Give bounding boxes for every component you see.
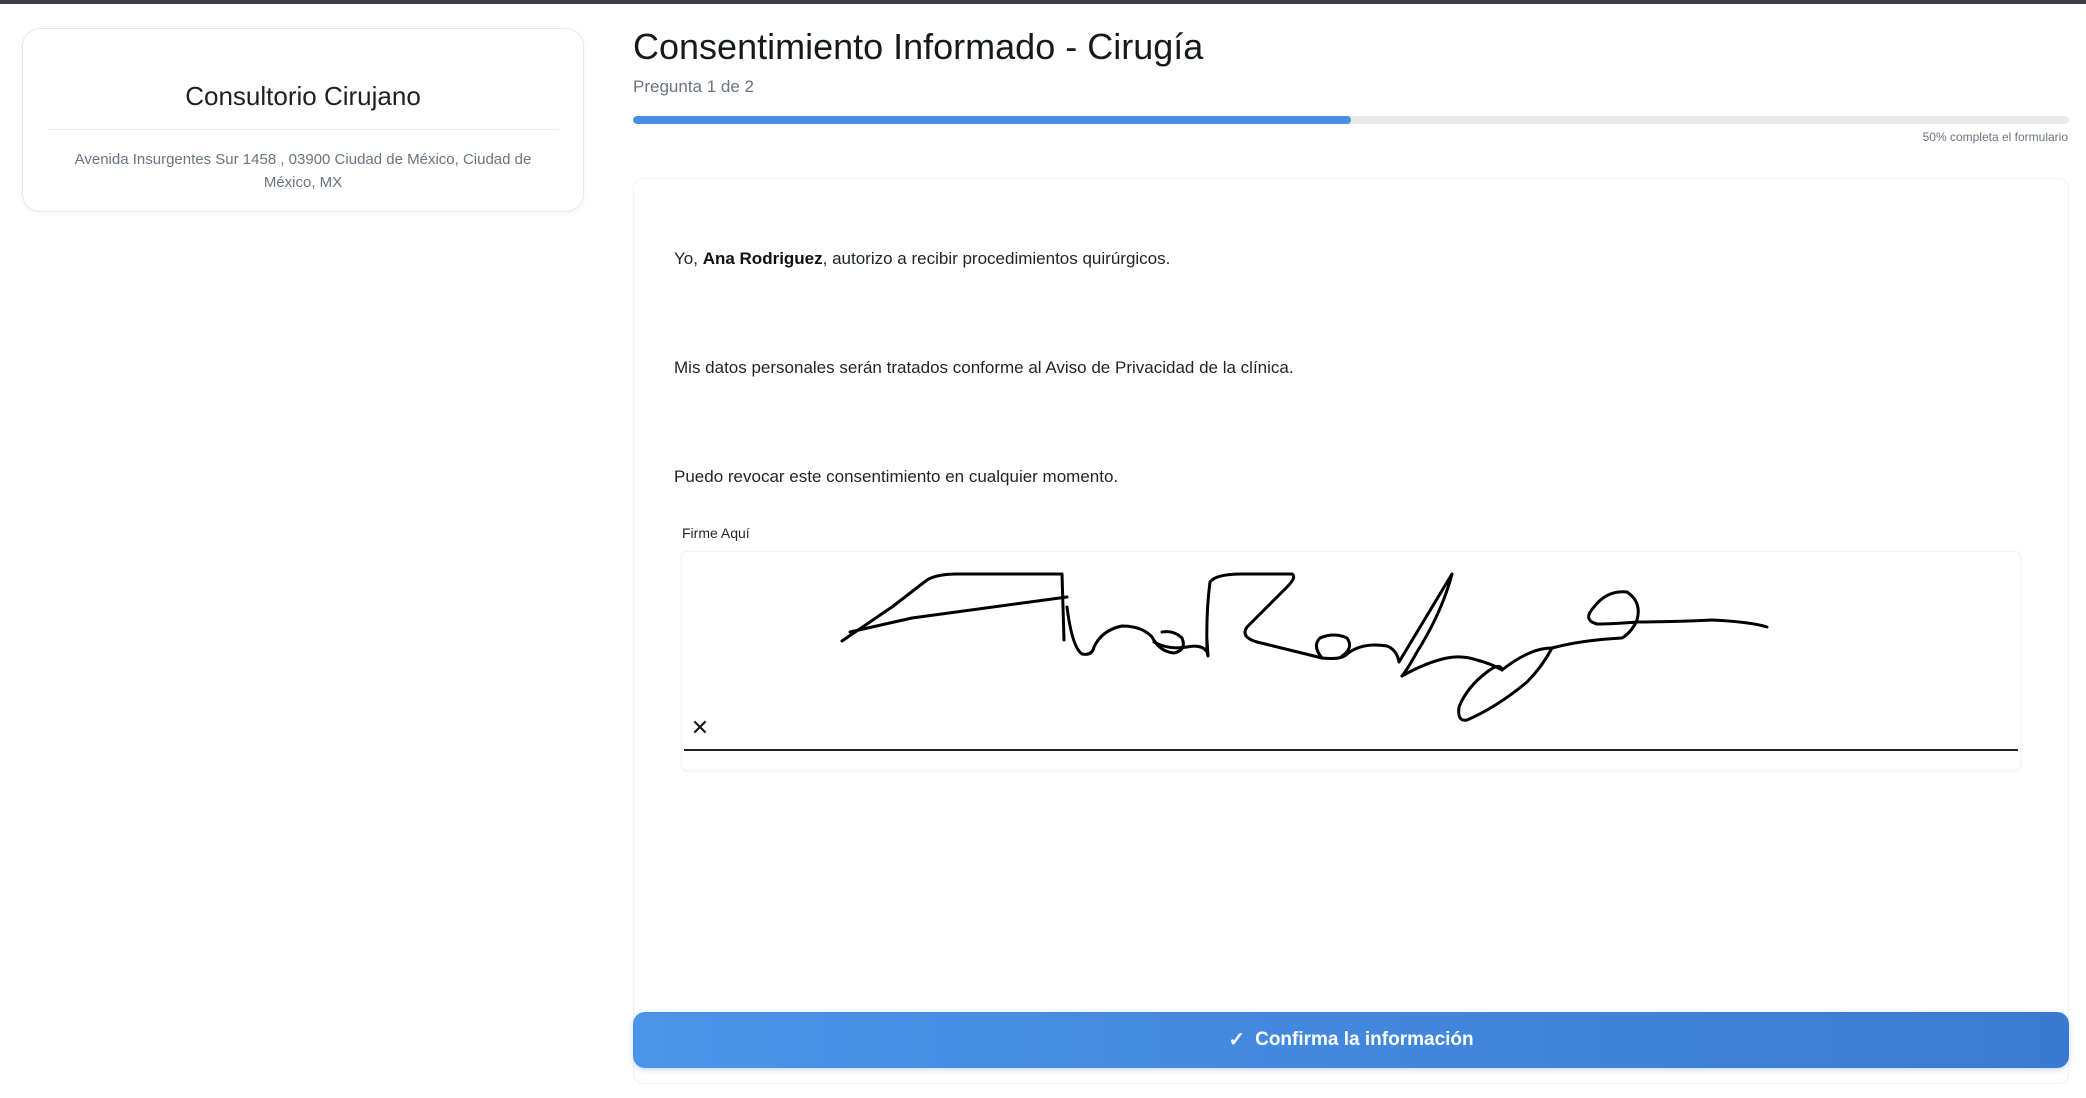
progress-text: 50% completa el formulario — [1922, 130, 2068, 144]
statement-prefix: Yo, — [674, 249, 703, 268]
window-top-bar — [0, 0, 2086, 4]
clinic-divider — [47, 129, 559, 130]
signature-baseline — [684, 749, 2018, 751]
signature-drawing — [840, 572, 1769, 722]
check-icon: ✓ — [1228, 1029, 1246, 1051]
form-title: Consentimiento Informado - Cirugía — [633, 26, 1204, 67]
statement-suffix: , autorizo a recibir procedimientos quir… — [822, 249, 1171, 268]
clinic-info-card: Consultorio Cirujano Avenida Insurgentes… — [22, 28, 584, 212]
consent-card: Yo, Ana Rodriguez, autorizo a recibir pr… — [633, 178, 2069, 1084]
consent-statement-authorization: Yo, Ana Rodriguez, autorizo a recibir pr… — [674, 249, 1170, 269]
progress-bar — [633, 116, 2069, 124]
confirm-button[interactable]: ✓ Confirma la información — [633, 1012, 2069, 1068]
signature-label: Firme Aquí — [682, 525, 750, 541]
question-counter: Pregunta 1 de 2 — [633, 77, 754, 96]
confirm-button-label: Confirma la información — [1255, 1029, 1474, 1050]
progress-bar-fill — [633, 116, 1351, 124]
clinic-name: Consultorio Cirujano — [185, 81, 421, 111]
signature-pad[interactable]: ✕ — [681, 551, 2021, 771]
patient-name: Ana Rodriguez — [702, 249, 823, 268]
clear-signature-icon[interactable]: ✕ — [688, 716, 712, 740]
consent-statement-privacy: Mis datos personales serán tratados conf… — [674, 358, 1294, 377]
consent-statement-revoke: Puedo revocar este consentimiento en cua… — [674, 467, 1119, 486]
clinic-address: Avenida Insurgentes Sur 1458 , 03900 Ciu… — [74, 151, 532, 191]
